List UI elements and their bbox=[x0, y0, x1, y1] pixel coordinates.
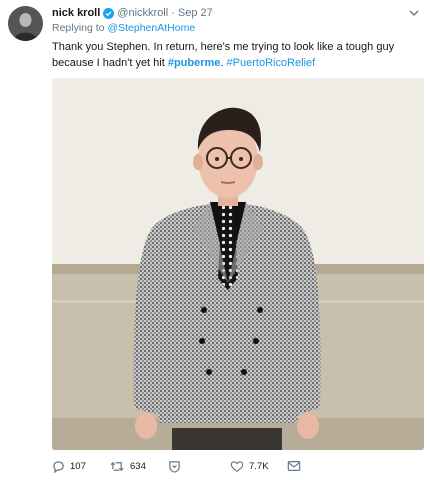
tweet-date[interactable]: Sep 27 bbox=[178, 7, 213, 19]
retweet-icon bbox=[110, 461, 124, 471]
separator-dot: · bbox=[171, 7, 175, 19]
photo-illustration bbox=[52, 78, 424, 450]
reply-prefix: Replying to bbox=[52, 22, 108, 34]
direct-message-action[interactable] bbox=[287, 458, 301, 474]
tweet-header: nick kroll @nickkroll · Sep 27 bbox=[52, 5, 213, 21]
reply-count: 107 bbox=[70, 460, 86, 472]
envelope-icon bbox=[287, 461, 301, 471]
author-name[interactable]: nick kroll bbox=[52, 7, 100, 19]
retweet-count: 634 bbox=[130, 460, 146, 472]
avatar[interactable] bbox=[8, 6, 43, 41]
moments-action[interactable] bbox=[168, 458, 181, 474]
like-action[interactable]: 7.7K bbox=[230, 458, 269, 474]
verified-badge-icon bbox=[103, 7, 115, 19]
like-count: 7.7K bbox=[249, 460, 269, 472]
reply-mention-link[interactable]: @StephenAtHome bbox=[107, 22, 195, 34]
reply-icon bbox=[53, 460, 64, 473]
reply-action[interactable]: 107 bbox=[52, 458, 86, 474]
heart-icon bbox=[230, 460, 244, 472]
author-handle[interactable]: @nickkroll bbox=[117, 7, 168, 19]
moments-heart-shield-icon bbox=[169, 460, 180, 473]
tweet: nick kroll @nickkroll · Sep 27 Replying … bbox=[0, 0, 430, 480]
tweet-photo[interactable] bbox=[52, 78, 424, 450]
hashtag-link[interactable]: #PuertoRicoRelief bbox=[227, 57, 316, 69]
hashtag-link[interactable]: #puberme bbox=[168, 57, 221, 69]
chevron-down-icon[interactable] bbox=[408, 6, 420, 18]
reply-context: Replying to @StephenAtHome bbox=[52, 22, 195, 34]
tweet-actions: 107 634 7.7K bbox=[52, 458, 424, 474]
retweet-action[interactable]: 634 bbox=[110, 458, 146, 474]
tweet-text: Thank you Stephen. In return, here's me … bbox=[52, 39, 424, 71]
